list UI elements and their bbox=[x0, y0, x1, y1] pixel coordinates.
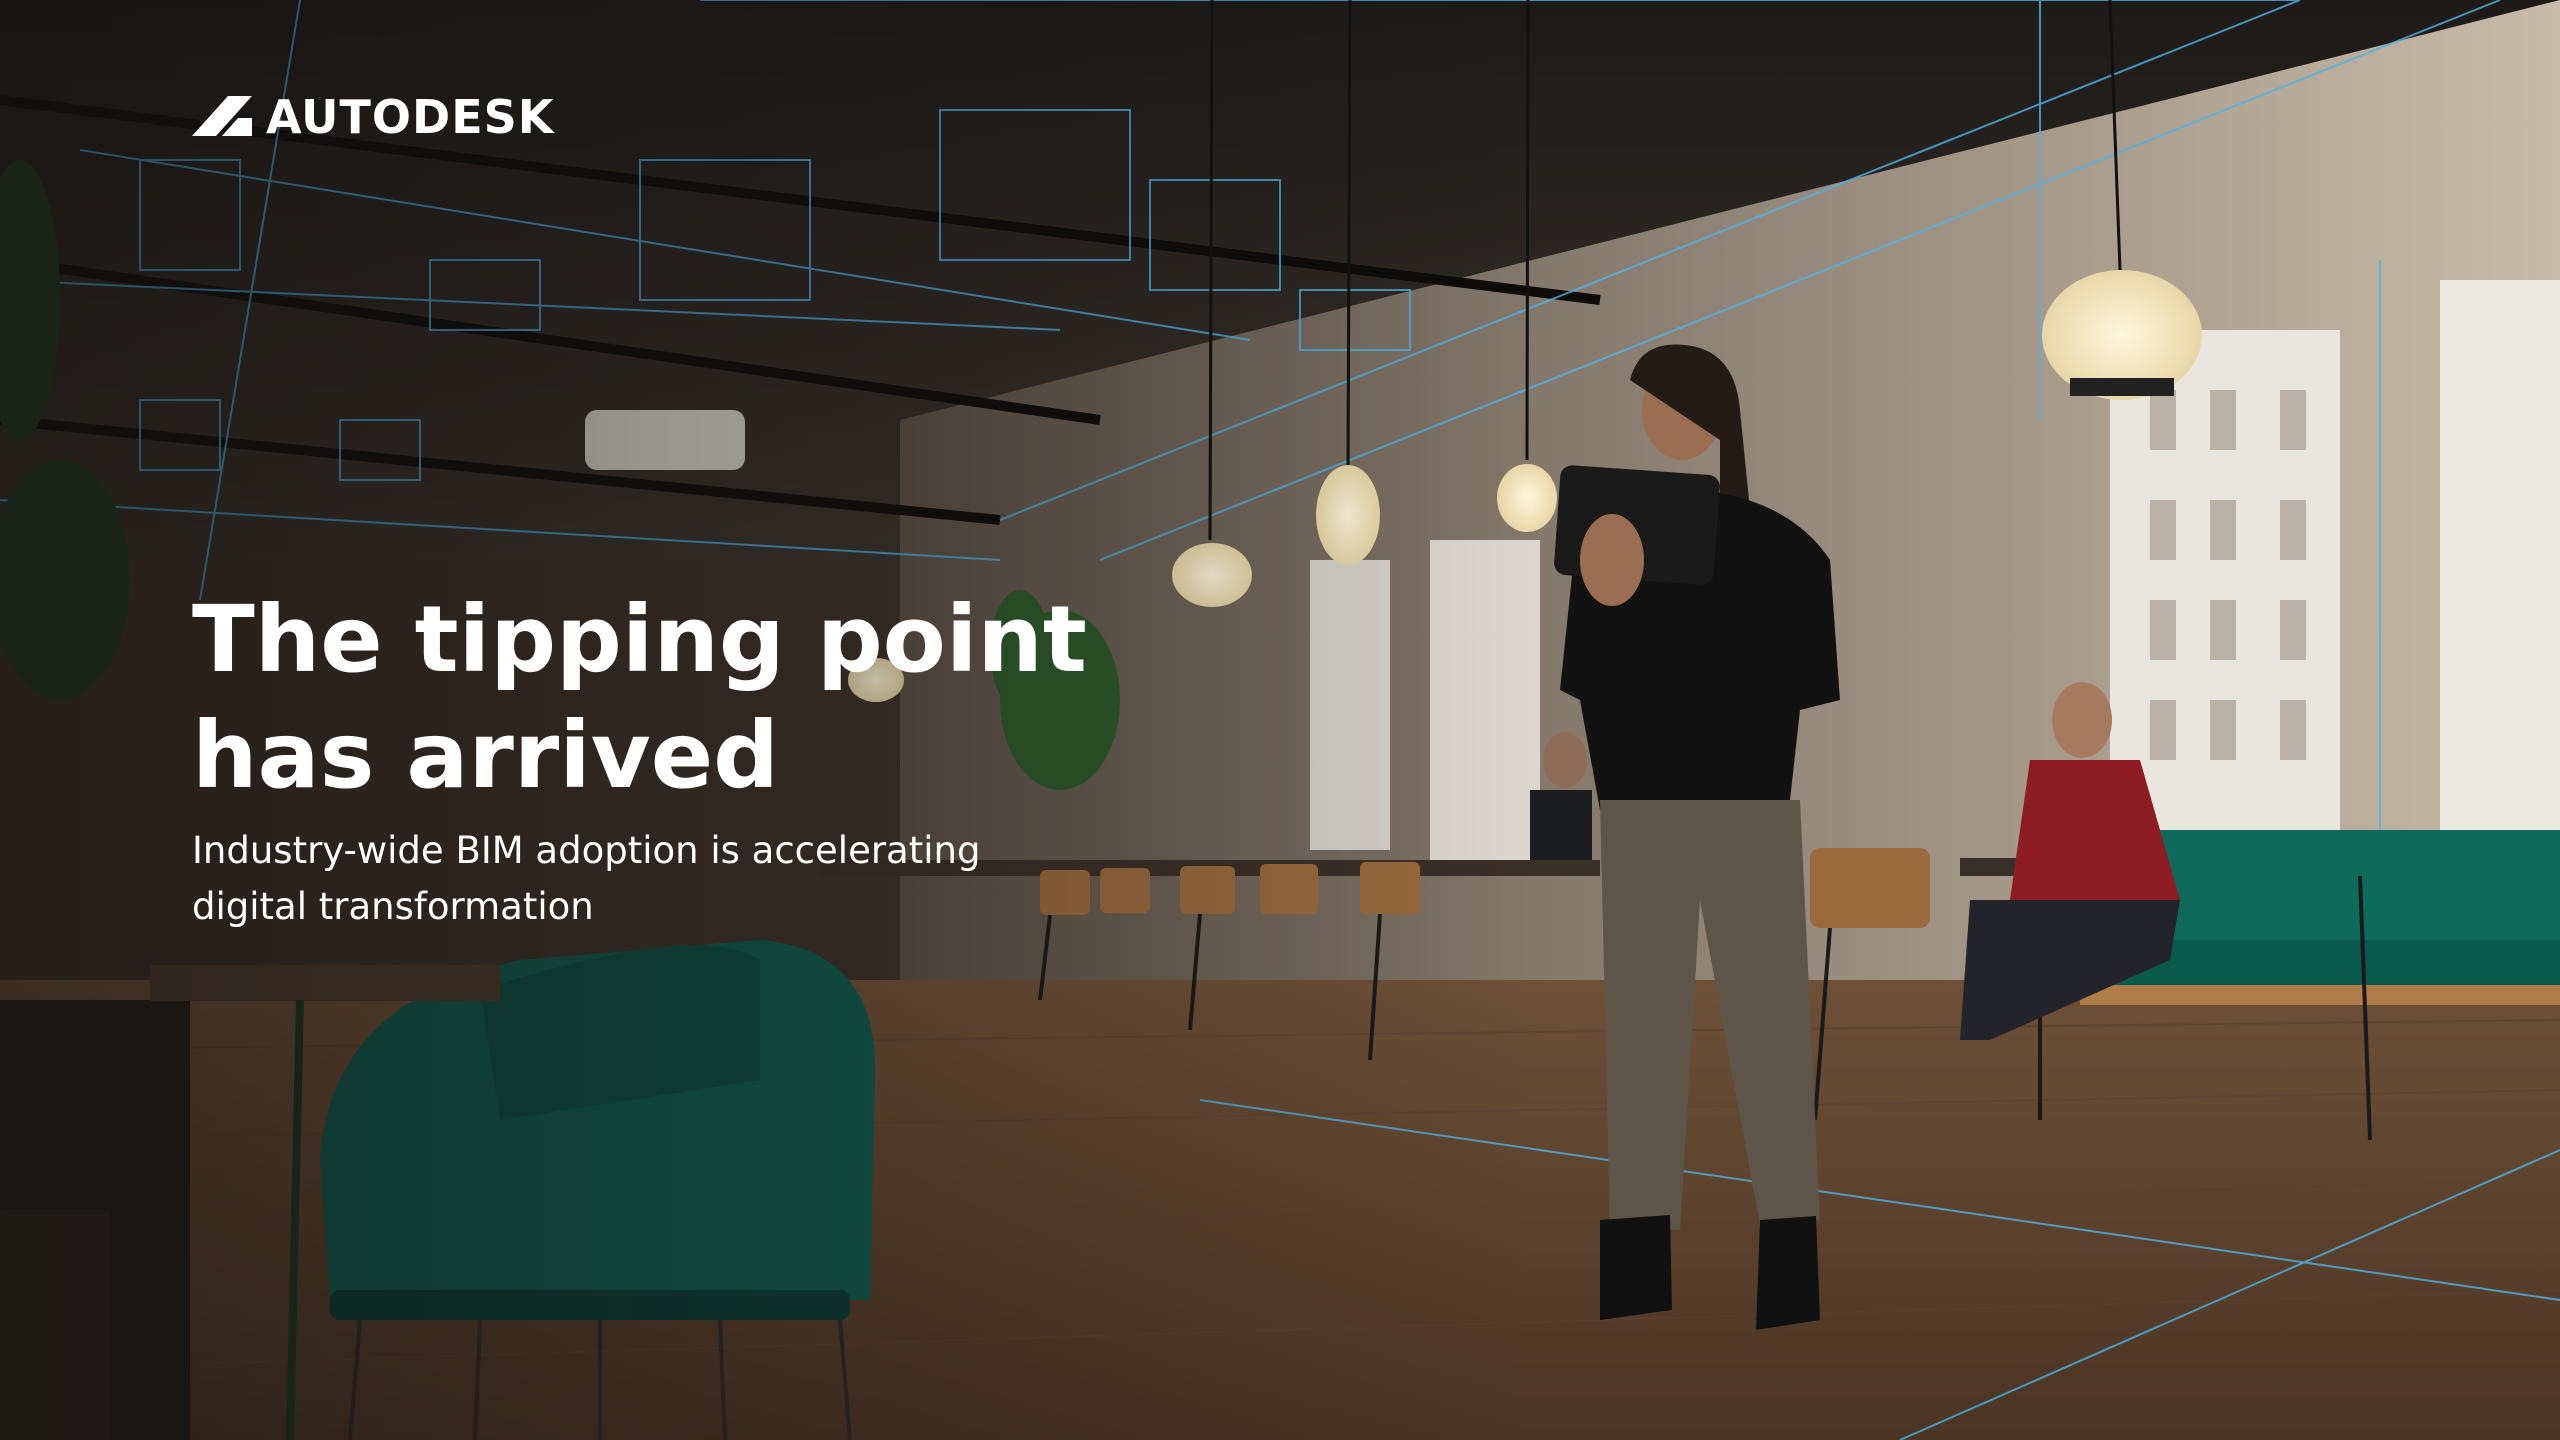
hero-subheading: Industry-wide BIM adoption is accelerati… bbox=[192, 823, 1132, 935]
subhead-line-2: digital transformation bbox=[192, 885, 594, 928]
headline-line-1: The tipping point bbox=[192, 586, 1087, 693]
brand-name: AUTODESK bbox=[266, 90, 555, 144]
hero-banner: AUTODESK The tipping point has arrived I… bbox=[0, 0, 2560, 1440]
hero-headline: The tipping point has arrived bbox=[192, 582, 1172, 814]
headline-line-2: has arrived bbox=[192, 702, 779, 809]
autodesk-logo[interactable]: AUTODESK bbox=[192, 94, 554, 140]
subhead-line-1: Industry-wide BIM adoption is accelerati… bbox=[192, 829, 981, 872]
autodesk-logo-icon bbox=[192, 96, 252, 136]
